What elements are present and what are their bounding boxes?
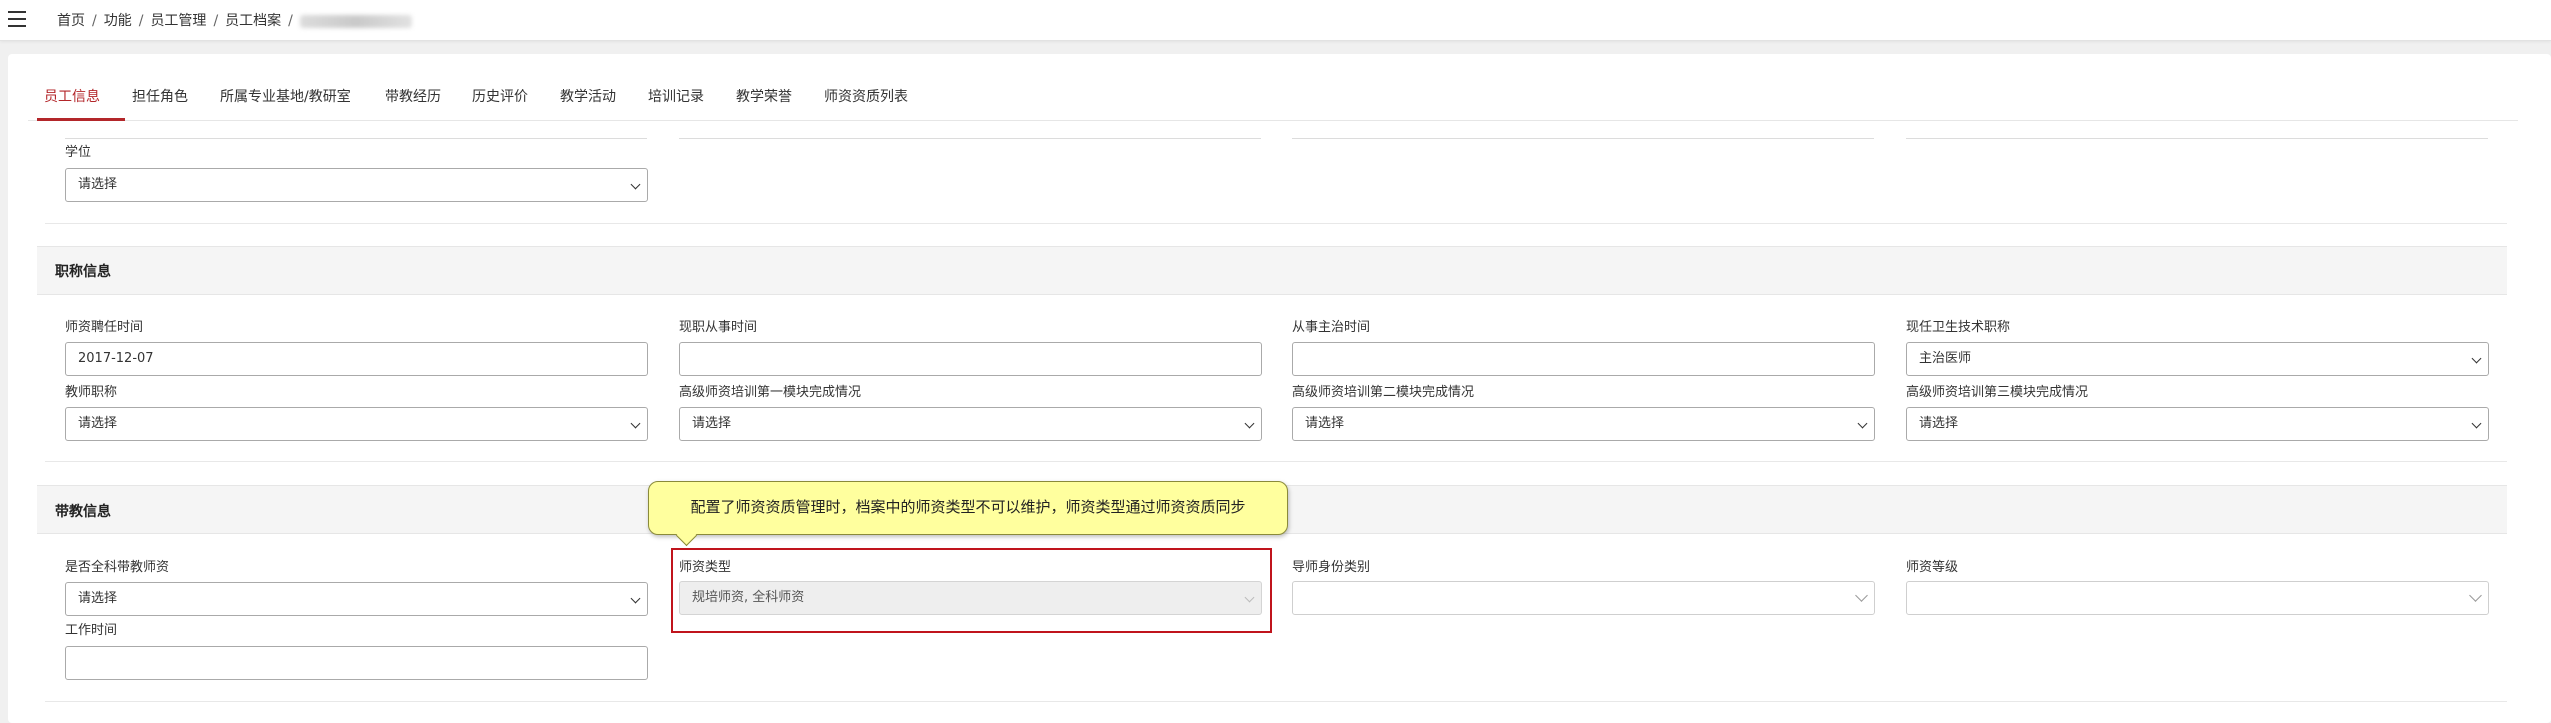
chevron-down-icon — [630, 179, 641, 190]
module2-value: 请选择 — [1305, 416, 1345, 431]
breadcrumb-redacted-name — [299, 14, 412, 28]
breadcrumb-home[interactable]: 首页 — [57, 13, 85, 29]
attending-date-input[interactable] — [1292, 342, 1875, 376]
chevron-down-icon — [2471, 418, 2482, 429]
chevron-down-icon — [2471, 353, 2482, 364]
teacher-appointment-date-value: 2017-12-07 — [78, 351, 154, 366]
work-time-label: 工作时间 — [65, 623, 118, 638]
teacher-title-select[interactable]: 请选择 — [65, 407, 648, 441]
chevron-down-icon — [630, 593, 641, 604]
module3-label: 高级师资培训第三模块完成情况 — [1906, 385, 2089, 400]
breadcrumb-separator: / — [92, 13, 97, 29]
teacher-title-label: 教师职称 — [65, 385, 118, 400]
title-section-header: 职称信息 — [37, 246, 2507, 295]
teacher-level-label: 师资等级 — [1906, 560, 1959, 575]
teacher-appointment-date-label: 师资聘任时间 — [65, 320, 144, 335]
section-divider — [45, 223, 2507, 224]
current-position-date-input[interactable] — [679, 342, 1262, 376]
main-card: 员工信息 担任角色 所属专业基地/教研室 带教经历 历史评价 教学活动 培训记录… — [8, 54, 2551, 723]
module1-label: 高级师资培训第一模块完成情况 — [679, 385, 862, 400]
general-practice-teacher-label: 是否全科带教师资 — [65, 560, 170, 575]
breadcrumb-function[interactable]: 功能 — [104, 13, 132, 29]
health-tech-title-value: 主治医师 — [1919, 351, 1972, 366]
chevron-down-icon — [1244, 418, 1255, 429]
chevron-down-icon — [1857, 418, 1868, 429]
teaching-section-heading: 带教信息 — [55, 504, 111, 520]
tab-roles[interactable]: 担任角色 — [132, 86, 188, 106]
work-time-input[interactable] — [65, 646, 648, 680]
field-underline — [1906, 138, 2488, 139]
general-practice-teacher-select[interactable]: 请选择 — [65, 582, 648, 616]
module3-select[interactable]: 请选择 — [1906, 407, 2489, 441]
mentor-identity-select[interactable] — [1292, 581, 1875, 615]
tab-teaching-honors[interactable]: 教学荣誉 — [736, 86, 792, 106]
module1-value: 请选择 — [692, 416, 732, 431]
module2-select[interactable]: 请选择 — [1292, 407, 1875, 441]
tab-teaching-activities[interactable]: 教学活动 — [560, 86, 616, 106]
breadcrumb-staff-archive[interactable]: 员工档案 — [225, 13, 281, 29]
general-practice-teacher-value: 请选择 — [78, 591, 118, 606]
breadcrumb-separator: / — [138, 13, 144, 29]
degree-select-value: 请选择 — [78, 177, 118, 192]
mentor-identity-label: 导师身份类别 — [1292, 560, 1371, 575]
degree-label: 学位 — [65, 145, 92, 160]
chevron-down-icon — [630, 418, 641, 429]
section-divider — [45, 701, 2507, 702]
teacher-type-highlight — [671, 548, 1272, 633]
teacher-appointment-date-input[interactable]: 2017-12-07 — [65, 342, 648, 376]
field-underline — [65, 138, 647, 139]
active-tab-indicator — [37, 118, 125, 121]
chevron-down-icon — [2469, 589, 2482, 602]
module1-select[interactable]: 请选择 — [679, 407, 1262, 441]
tab-staff-info[interactable]: 员工信息 — [44, 86, 100, 106]
title-section-heading: 职称信息 — [55, 264, 111, 280]
breadcrumb-staff-management[interactable]: 员工管理 — [150, 13, 206, 29]
health-tech-title-label: 现任卫生技术职称 — [1906, 320, 2011, 335]
teacher-level-select[interactable] — [1906, 581, 2489, 615]
breadcrumb: 首页 / 功能 / 员工管理 / 员工档案 / — [57, 10, 412, 30]
attending-date-label: 从事主治时间 — [1292, 320, 1371, 335]
health-tech-title-select[interactable]: 主治医师 — [1906, 342, 2489, 376]
field-underline — [679, 138, 1261, 139]
chevron-down-icon — [1855, 589, 1868, 602]
menu-icon[interactable] — [8, 11, 26, 27]
field-underline — [1292, 138, 1874, 139]
module3-value: 请选择 — [1919, 416, 1959, 431]
current-position-date-label: 现职从事时间 — [679, 320, 758, 335]
teacher-type-tooltip: 配置了师资资质管理时，档案中的师资类型不可以维护，师资类型通过师资资质同步 — [648, 481, 1288, 535]
breadcrumb-separator: / — [288, 13, 293, 29]
degree-select[interactable]: 请选择 — [65, 168, 648, 202]
tab-training-records[interactable]: 培训记录 — [648, 86, 704, 106]
tab-qualification-list[interactable]: 师资资质列表 — [824, 86, 908, 106]
top-bar: 首页 / 功能 / 员工管理 / 员工档案 / — [0, 0, 2551, 41]
teacher-title-value: 请选择 — [78, 416, 118, 431]
tab-base-office[interactable]: 所属专业基地/教研室 — [220, 86, 351, 106]
section-divider — [45, 461, 2507, 462]
tab-evaluations[interactable]: 历史评价 — [472, 86, 528, 106]
module2-label: 高级师资培训第二模块完成情况 — [1292, 385, 1475, 400]
breadcrumb-separator: / — [213, 13, 219, 29]
tab-teaching-history[interactable]: 带教经历 — [385, 86, 441, 106]
